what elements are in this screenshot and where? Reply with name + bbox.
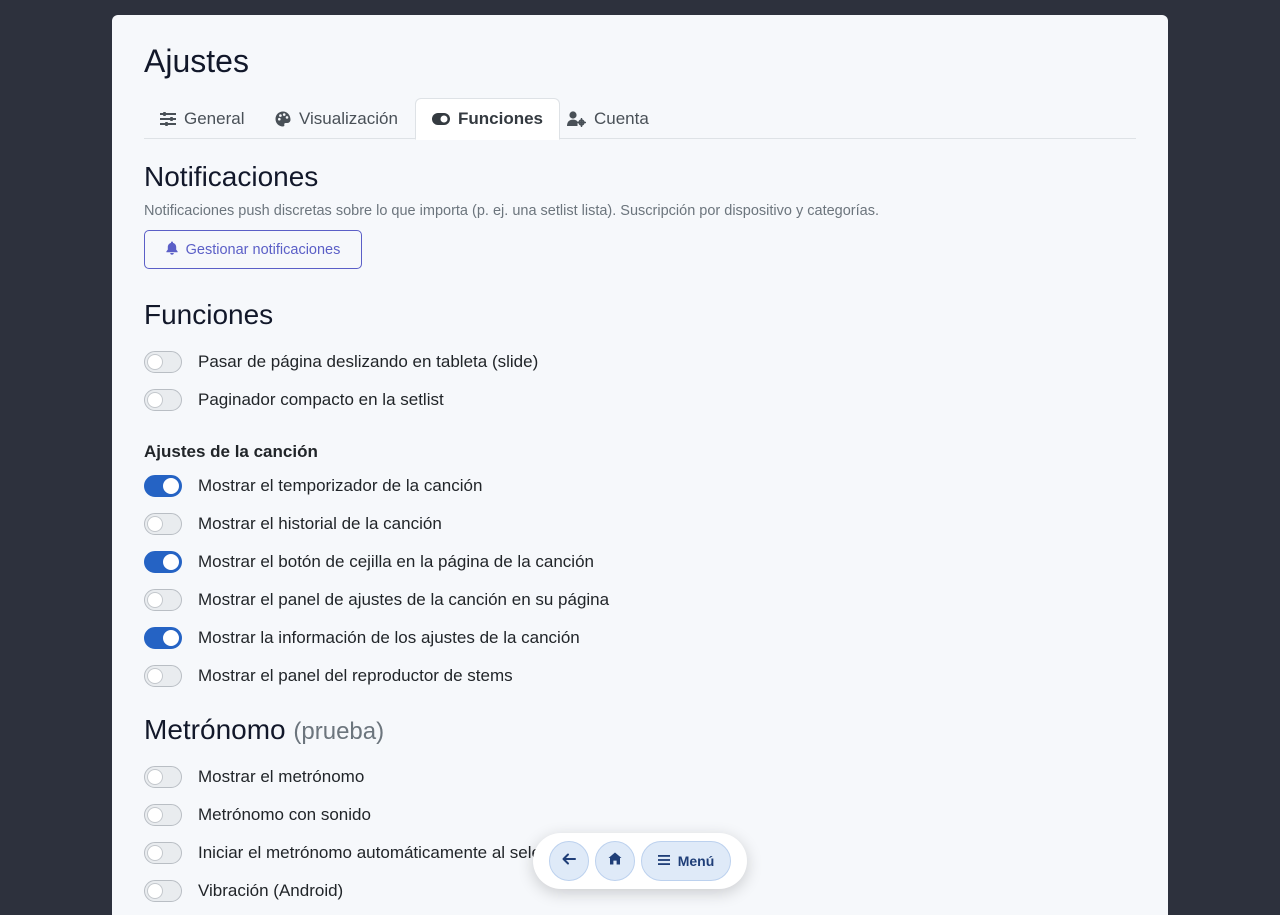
bell-icon bbox=[166, 241, 178, 259]
setting-row: Mostrar el panel del reproductor de stem… bbox=[144, 664, 513, 688]
metronome-title-suffix: (prueba) bbox=[293, 718, 385, 745]
setting-label: Paginador compacto en la setlist bbox=[198, 390, 444, 409]
toggle-knob bbox=[147, 668, 163, 684]
toggle-switch[interactable] bbox=[144, 513, 182, 535]
toggle-switch[interactable] bbox=[144, 804, 182, 826]
toggle-switch[interactable] bbox=[144, 665, 182, 687]
toggle-knob bbox=[147, 354, 163, 370]
home-button[interactable] bbox=[595, 841, 635, 881]
toggle-switch[interactable] bbox=[144, 627, 182, 649]
setting-label: Metrónomo con sonido bbox=[198, 805, 371, 824]
notifications-description: Notificaciones push discretas sobre lo q… bbox=[144, 203, 880, 219]
setting-row: Pasar de página deslizando en tableta (s… bbox=[144, 350, 538, 374]
toggle-icon bbox=[432, 113, 450, 125]
menu-button[interactable]: Menú bbox=[641, 841, 731, 881]
setting-label: Mostrar el panel de ajustes de la canció… bbox=[198, 590, 610, 609]
setting-label: Pasar de página deslizando en tableta (s… bbox=[198, 352, 539, 371]
toggle-knob bbox=[147, 883, 163, 899]
settings-card: Ajustes General Visualización Funciones … bbox=[112, 15, 1168, 915]
home-icon bbox=[608, 852, 622, 870]
setting-row: Mostrar el temporizador de la canción bbox=[144, 474, 482, 498]
setting-label: Mostrar el temporizador de la canción bbox=[198, 476, 483, 495]
setting-row: Vibración (Android) bbox=[144, 879, 343, 903]
setting-label: Mostrar el historial de la canción bbox=[198, 514, 442, 533]
floating-bottom-nav: Menú bbox=[533, 833, 747, 889]
setting-row: Metrónomo con sonido bbox=[144, 803, 371, 827]
functions-title: Funciones bbox=[144, 299, 274, 330]
toggle-switch[interactable] bbox=[144, 351, 182, 373]
tab-visualizacion-label: Visualización bbox=[299, 108, 398, 128]
toggle-knob bbox=[147, 516, 163, 532]
menu-label: Menú bbox=[677, 853, 715, 869]
back-button[interactable] bbox=[549, 841, 589, 881]
setting-row: Iniciar el metrónomo automáticamente al … bbox=[144, 841, 558, 865]
setting-row: Mostrar el panel de ajustes de la canció… bbox=[144, 588, 609, 612]
metronome-title-text: Metrónomo bbox=[144, 714, 286, 745]
setting-label: Vibración (Android) bbox=[198, 881, 344, 900]
page-title: Ajustes bbox=[144, 43, 249, 79]
toggle-switch[interactable] bbox=[144, 475, 182, 497]
toggle-switch[interactable] bbox=[144, 589, 182, 611]
setting-row: Mostrar el botón de cejilla en la página… bbox=[144, 550, 594, 574]
metronome-title: Metrónomo (prueba) bbox=[144, 714, 384, 746]
manage-notifications-label: Gestionar notificaciones bbox=[185, 241, 341, 258]
arrow-left-icon bbox=[562, 852, 576, 870]
hamburger-icon bbox=[657, 852, 670, 870]
user-gear-icon bbox=[567, 110, 586, 127]
toggle-knob bbox=[147, 592, 163, 608]
toggle-knob bbox=[163, 554, 179, 570]
setting-label: Mostrar el botón de cejilla en la página… bbox=[198, 552, 594, 571]
toggle-knob bbox=[147, 807, 163, 823]
setting-label: Mostrar la información de los ajustes de… bbox=[198, 628, 580, 647]
settings-tabs: General Visualización Funciones Cuenta bbox=[144, 98, 1136, 140]
toggle-knob bbox=[147, 392, 163, 408]
setting-label: Iniciar el metrónomo automáticamente al … bbox=[198, 843, 558, 862]
toggle-knob bbox=[147, 845, 163, 861]
tab-funciones-label: Funciones bbox=[458, 109, 544, 128]
setting-label: Mostrar el panel del reproductor de stem… bbox=[198, 666, 513, 685]
manage-notifications-button[interactable]: Gestionar notificaciones bbox=[144, 230, 362, 269]
toggle-knob bbox=[163, 478, 179, 494]
toggle-switch[interactable] bbox=[144, 551, 182, 573]
sliders-icon bbox=[160, 111, 176, 126]
setting-row: Mostrar el historial de la canción bbox=[144, 512, 442, 536]
setting-row: Mostrar el metrónomo bbox=[144, 765, 364, 789]
toggle-knob bbox=[163, 630, 179, 646]
notifications-title: Notificaciones bbox=[144, 161, 319, 192]
tab-visualizacion[interactable]: Visualización bbox=[259, 98, 414, 139]
tab-funciones[interactable]: Funciones bbox=[415, 98, 561, 140]
toggle-switch[interactable] bbox=[144, 766, 182, 788]
tab-cuenta-label: Cuenta bbox=[594, 108, 649, 128]
tab-general[interactable]: General bbox=[144, 98, 260, 139]
toggle-switch[interactable] bbox=[144, 389, 182, 411]
setting-label: Mostrar el metrónomo bbox=[198, 767, 365, 786]
toggle-switch[interactable] bbox=[144, 842, 182, 864]
tab-cuenta[interactable]: Cuenta bbox=[551, 98, 665, 139]
setting-row: Paginador compacto en la setlist bbox=[144, 388, 444, 412]
song-settings-heading: Ajustes de la canción bbox=[144, 442, 318, 461]
setting-row: Mostrar la información de los ajustes de… bbox=[144, 626, 580, 650]
palette-icon bbox=[275, 111, 291, 127]
toggle-knob bbox=[147, 769, 163, 785]
tab-general-label: General bbox=[184, 108, 245, 128]
toggle-switch[interactable] bbox=[144, 880, 182, 902]
